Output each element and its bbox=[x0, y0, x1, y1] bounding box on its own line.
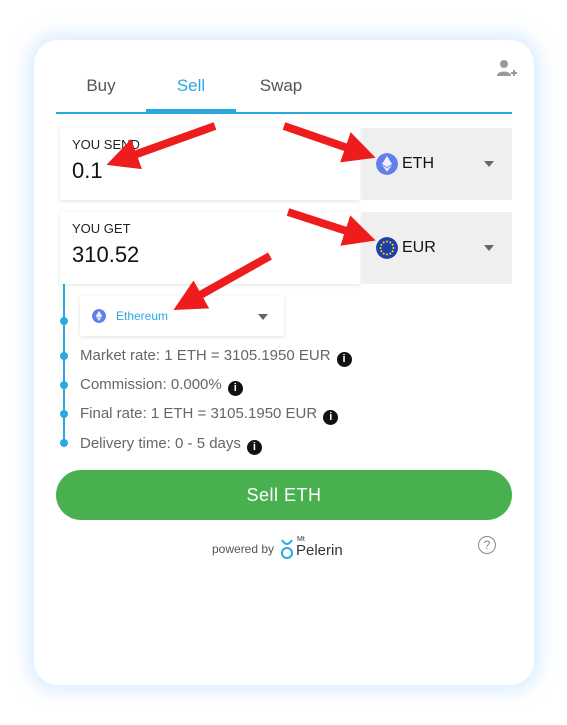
chevron-down-icon bbox=[484, 245, 494, 251]
chevron-down-icon bbox=[484, 161, 494, 167]
user-settings-icon[interactable] bbox=[496, 58, 518, 80]
get-amount-input[interactable]: 310.52 bbox=[72, 242, 139, 268]
tab-buy[interactable]: Buy bbox=[56, 70, 146, 110]
delivery-time-text: Delivery time: 0 - 5 days bbox=[80, 435, 241, 452]
tab-bar: Buy Sell Swap bbox=[56, 70, 512, 114]
sell-button[interactable]: Sell ETH bbox=[56, 470, 512, 520]
get-amount-field[interactable]: YOU GET 310.52 bbox=[60, 212, 360, 284]
send-currency-select[interactable]: ETH bbox=[362, 128, 512, 200]
timeline-dot bbox=[60, 381, 68, 389]
chevron-down-icon bbox=[258, 314, 268, 320]
market-rate-text: Market rate: 1 ETH = 3105.1950 EUR bbox=[80, 347, 331, 364]
commission-row: Commission: 0.000% i bbox=[80, 376, 243, 396]
info-icon[interactable]: i bbox=[323, 410, 339, 425]
send-amount-field[interactable]: YOU SEND 0.1 bbox=[60, 128, 360, 200]
get-currency-label: EUR bbox=[402, 239, 436, 256]
send-label: YOU SEND bbox=[72, 137, 140, 152]
ethereum-icon bbox=[376, 153, 398, 175]
send-amount-input[interactable]: 0.1 bbox=[72, 158, 103, 184]
timeline-dot bbox=[60, 410, 68, 418]
widget-card: Buy Sell Swap YOU SEND 0.1 ETH YOU GET 3… bbox=[34, 40, 534, 685]
network-select[interactable]: Ethereum bbox=[80, 296, 284, 336]
info-icon[interactable]: i bbox=[336, 352, 352, 367]
timeline-dot bbox=[60, 439, 68, 447]
ethereum-icon bbox=[92, 309, 106, 323]
delivery-time-row: Delivery time: 0 - 5 days i bbox=[80, 435, 262, 455]
tab-swap[interactable]: Swap bbox=[236, 70, 326, 110]
info-icon[interactable]: i bbox=[246, 440, 262, 455]
powered-by-text: powered by bbox=[212, 542, 275, 556]
tab-sell[interactable]: Sell bbox=[146, 70, 236, 114]
timeline-dot bbox=[60, 352, 68, 360]
get-row: YOU GET 310.52 EUR bbox=[60, 212, 512, 284]
euro-flag-icon bbox=[376, 237, 398, 259]
brand-name: Pelerin bbox=[296, 542, 343, 559]
network-name: Ethereum bbox=[116, 309, 169, 323]
help-icon[interactable]: ? bbox=[478, 536, 496, 554]
timeline-dot bbox=[60, 317, 68, 325]
pelerin-logo-icon bbox=[281, 539, 293, 559]
commission-text: Commission: 0.000% bbox=[80, 376, 222, 393]
final-rate-text: Final rate: 1 ETH = 3105.1950 EUR bbox=[80, 405, 318, 422]
send-currency-label: ETH bbox=[402, 155, 434, 172]
get-label: YOU GET bbox=[72, 221, 131, 236]
get-currency-select[interactable]: EUR bbox=[362, 212, 512, 284]
final-rate-row: Final rate: 1 ETH = 3105.1950 EUR i bbox=[80, 405, 339, 425]
mt-pelerin-logo[interactable]: Mt Pelerin bbox=[280, 536, 343, 560]
send-row: YOU SEND 0.1 ETH bbox=[60, 128, 512, 200]
market-rate-row: Market rate: 1 ETH = 3105.1950 EUR i bbox=[80, 347, 352, 367]
timeline-line bbox=[63, 284, 65, 446]
info-icon[interactable]: i bbox=[227, 381, 243, 396]
